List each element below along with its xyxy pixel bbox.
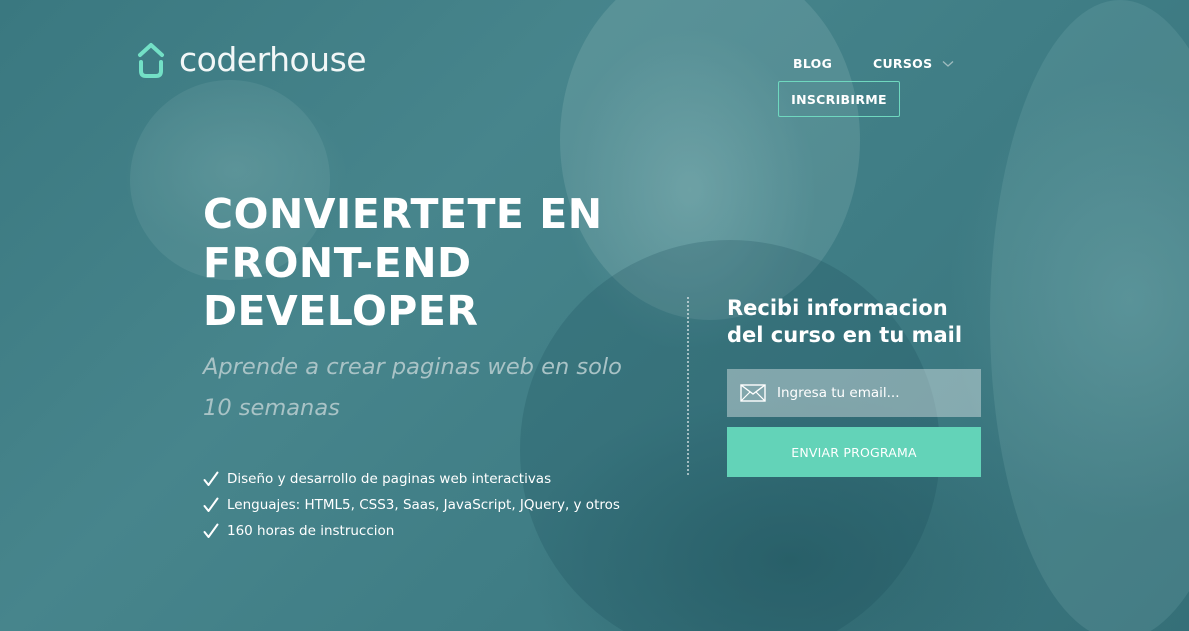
enviar-programa-button[interactable]: ENVIAR PROGRAMA [727,427,981,477]
email-input[interactable] [777,370,967,416]
form-title: Recibi informacion del curso en tu mail [727,296,963,347]
inscribirme-button[interactable]: INSCRIBIRME [778,81,900,117]
feature-text: Lenguajes: HTML5, CSS3, Saas, JavaScript… [227,497,620,513]
envelope-icon [740,384,766,402]
checkmark-icon [203,497,219,512]
feature-item: Lenguajes: HTML5, CSS3, Saas, JavaScript… [203,492,620,518]
nav-cursos-label: CURSOS [873,56,933,71]
feature-text: Diseño y desarrollo de paginas web inter… [227,471,552,487]
checkmark-icon [203,471,219,486]
feature-item: Diseño y desarrollo de paginas web inter… [203,466,620,492]
feature-text: 160 horas de instruccion [227,523,395,539]
hero-title-line: FRONT-END [203,238,472,287]
house-logo-icon [138,42,164,78]
email-field-wrapper[interactable] [727,369,981,417]
nav-cursos-dropdown[interactable]: CURSOS [873,56,954,71]
chevron-down-icon [942,60,954,67]
coderhouse-logo[interactable]: coderhouse [137,40,367,79]
checkmark-icon [203,523,219,538]
hero-subtitle: Aprende a crear paginas web en solo 10 s… [203,354,622,421]
dotted-divider [687,297,689,475]
feature-list: Diseño y desarrollo de paginas web inter… [203,466,620,544]
nav-blog-link[interactable]: BLOG [793,56,832,71]
hero-title-line: DEVELOPER [203,287,479,335]
hero-title: CONVIERTETE EN FRONT-END DEVELOPER [203,190,623,336]
brand-name: coderhouse [179,40,367,79]
feature-item: 160 horas de instruccion [203,518,620,544]
hero-title-line: CONVIERTETE EN [203,190,603,238]
